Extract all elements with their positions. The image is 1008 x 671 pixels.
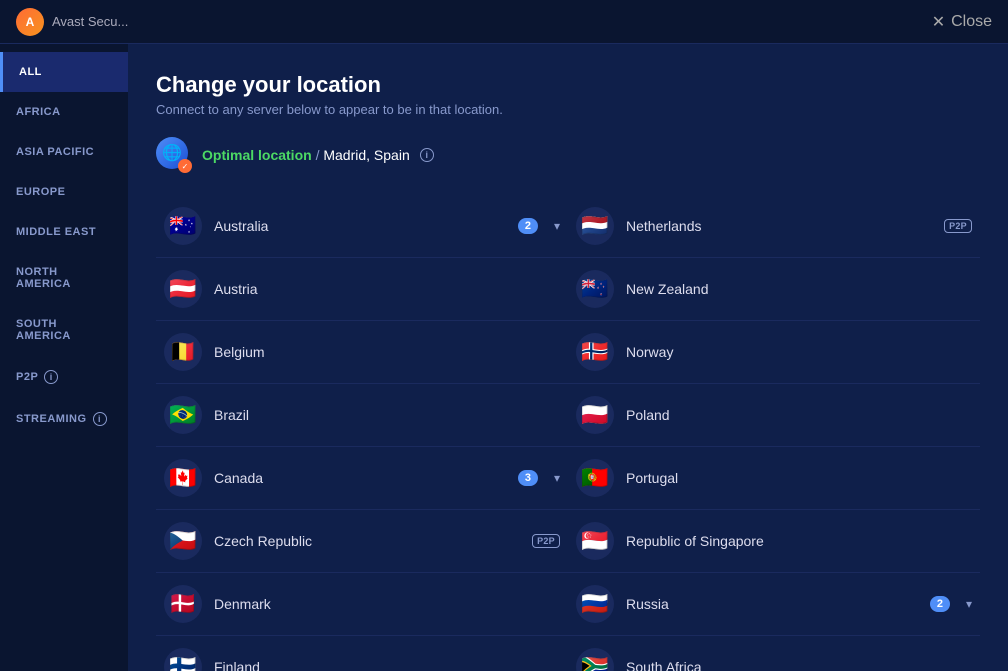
country-item-south-africa[interactable]: 🇿🇦 South Africa [568, 636, 980, 671]
sidebar-label-south-america: SOUTH AMERICA [16, 318, 112, 342]
sidebar-label-streaming: STREAMING [16, 413, 87, 425]
sidebar-label-asia-pacific: ASIA PACIFIC [16, 146, 94, 158]
country-item-austria[interactable]: 🇦🇹 Austria [156, 258, 568, 321]
country-name-canada: Canada [214, 470, 506, 486]
sidebar-label-middle-east: MIDDLE EAST [16, 226, 96, 238]
server-count-russia: 2 [930, 596, 950, 612]
close-label: Close [951, 13, 992, 31]
flag-belgium: 🇧🇪 [164, 333, 202, 371]
optimal-icon: 🌐 ✓ [156, 137, 192, 173]
country-name-norway: Norway [626, 344, 972, 360]
server-count-australia: 2 [518, 218, 538, 234]
optimal-info-icon[interactable]: i [420, 148, 434, 162]
country-grid: 🇦🇺 Australia 2 ▾ 🇳🇱 Netherlands P2P 🇦🇹 Austria 🇳🇿… [156, 195, 980, 671]
app-logo: A [16, 8, 44, 36]
titlebar: A Avast Secu... ✕ Close [0, 0, 1008, 44]
country-name-republic-of-singapore: Republic of Singapore [626, 533, 972, 549]
sidebar: ALL AFRICA ASIA PACIFIC EUROPE MIDDLE EAST NO… [0, 44, 128, 671]
sidebar-item-south-america[interactable]: SOUTH AMERICA [0, 304, 128, 356]
country-name-new-zealand: New Zealand [626, 281, 972, 297]
country-item-poland[interactable]: 🇵🇱 Poland [568, 384, 980, 447]
sidebar-label-all: ALL [19, 66, 42, 78]
country-name-russia: Russia [626, 596, 918, 612]
flag-czech-republic: 🇨🇿 [164, 522, 202, 560]
flag-russia: 🇷🇺 [576, 585, 614, 623]
sidebar-item-p2p[interactable]: P2P i [0, 356, 128, 398]
country-name-south-africa: South Africa [626, 659, 972, 671]
p2p-badge-czech-republic: P2P [532, 534, 560, 548]
sidebar-item-europe[interactable]: EUROPE [0, 172, 128, 212]
main-layout: ALL AFRICA ASIA PACIFIC EUROPE MIDDLE EAST NO… [0, 44, 1008, 671]
country-name-brazil: Brazil [214, 407, 560, 423]
optimal-location[interactable]: 🌐 ✓ Optimal location / Madrid, Spain i [156, 137, 980, 173]
chevron-australia: ▾ [554, 219, 560, 233]
country-item-belgium[interactable]: 🇧🇪 Belgium [156, 321, 568, 384]
country-item-russia[interactable]: 🇷🇺 Russia 2 ▾ [568, 573, 980, 636]
sidebar-item-asia-pacific[interactable]: ASIA PACIFIC [0, 132, 128, 172]
country-name-austria: Austria [214, 281, 560, 297]
optimal-location-name: Madrid, Spain [323, 147, 409, 163]
country-item-czech-republic[interactable]: 🇨🇿 Czech Republic P2P [156, 510, 568, 573]
country-item-finland[interactable]: 🇫🇮 Finland [156, 636, 568, 671]
country-item-canada[interactable]: 🇨🇦 Canada 3 ▾ [156, 447, 568, 510]
flag-australia: 🇦🇺 [164, 207, 202, 245]
flag-republic-of-singapore: 🇸🇬 [576, 522, 614, 560]
check-badge: ✓ [178, 159, 192, 173]
close-icon: ✕ [932, 12, 945, 32]
country-name-portugal: Portugal [626, 470, 972, 486]
country-item-portugal[interactable]: 🇵🇹 Portugal [568, 447, 980, 510]
sidebar-label-p2p: P2P [16, 371, 38, 383]
flag-new-zealand: 🇳🇿 [576, 270, 614, 308]
p2p-info-icon[interactable]: i [44, 370, 58, 384]
flag-netherlands: 🇳🇱 [576, 207, 614, 245]
sidebar-item-streaming[interactable]: STREAMING i [0, 398, 128, 440]
country-name-belgium: Belgium [214, 344, 560, 360]
page-subtitle: Connect to any server below to appear to… [156, 102, 980, 117]
app-name: Avast Secu... [52, 14, 932, 29]
country-item-republic-of-singapore[interactable]: 🇸🇬 Republic of Singapore [568, 510, 980, 573]
sidebar-label-europe: EUROPE [16, 186, 65, 198]
country-item-brazil[interactable]: 🇧🇷 Brazil [156, 384, 568, 447]
flag-south-africa: 🇿🇦 [576, 648, 614, 671]
country-name-poland: Poland [626, 407, 972, 423]
server-count-canada: 3 [518, 470, 538, 486]
country-name-czech-republic: Czech Republic [214, 533, 520, 549]
sidebar-item-middle-east[interactable]: MIDDLE EAST [0, 212, 128, 252]
country-item-new-zealand[interactable]: 🇳🇿 New Zealand [568, 258, 980, 321]
country-item-norway[interactable]: 🇳🇴 Norway [568, 321, 980, 384]
sidebar-item-all[interactable]: ALL [0, 52, 128, 92]
close-button[interactable]: ✕ Close [932, 12, 992, 32]
sidebar-item-north-america[interactable]: NORTH AMERICA [0, 252, 128, 304]
country-name-australia: Australia [214, 218, 506, 234]
chevron-canada: ▾ [554, 471, 560, 485]
streaming-info-icon[interactable]: i [93, 412, 107, 426]
flag-portugal: 🇵🇹 [576, 459, 614, 497]
flag-brazil: 🇧🇷 [164, 396, 202, 434]
flag-poland: 🇵🇱 [576, 396, 614, 434]
flag-austria: 🇦🇹 [164, 270, 202, 308]
country-name-denmark: Denmark [214, 596, 560, 612]
country-item-netherlands[interactable]: 🇳🇱 Netherlands P2P [568, 195, 980, 258]
chevron-russia: ▾ [966, 597, 972, 611]
flag-canada: 🇨🇦 [164, 459, 202, 497]
sidebar-label-north-america: NORTH AMERICA [16, 266, 112, 290]
p2p-badge-netherlands: P2P [944, 219, 972, 233]
sidebar-item-africa[interactable]: AFRICA [0, 92, 128, 132]
country-name-netherlands: Netherlands [626, 218, 932, 234]
flag-finland: 🇫🇮 [164, 648, 202, 671]
country-item-australia[interactable]: 🇦🇺 Australia 2 ▾ [156, 195, 568, 258]
country-item-denmark[interactable]: 🇩🇰 Denmark [156, 573, 568, 636]
country-name-finland: Finland [214, 659, 560, 671]
content-area: Change your location Connect to any serv… [128, 44, 1008, 671]
page-title: Change your location [156, 72, 980, 98]
flag-denmark: 🇩🇰 [164, 585, 202, 623]
flag-norway: 🇳🇴 [576, 333, 614, 371]
optimal-text: Optimal location / Madrid, Spain [202, 147, 410, 163]
sidebar-label-africa: AFRICA [16, 106, 61, 118]
optimal-label: Optimal location [202, 147, 312, 163]
